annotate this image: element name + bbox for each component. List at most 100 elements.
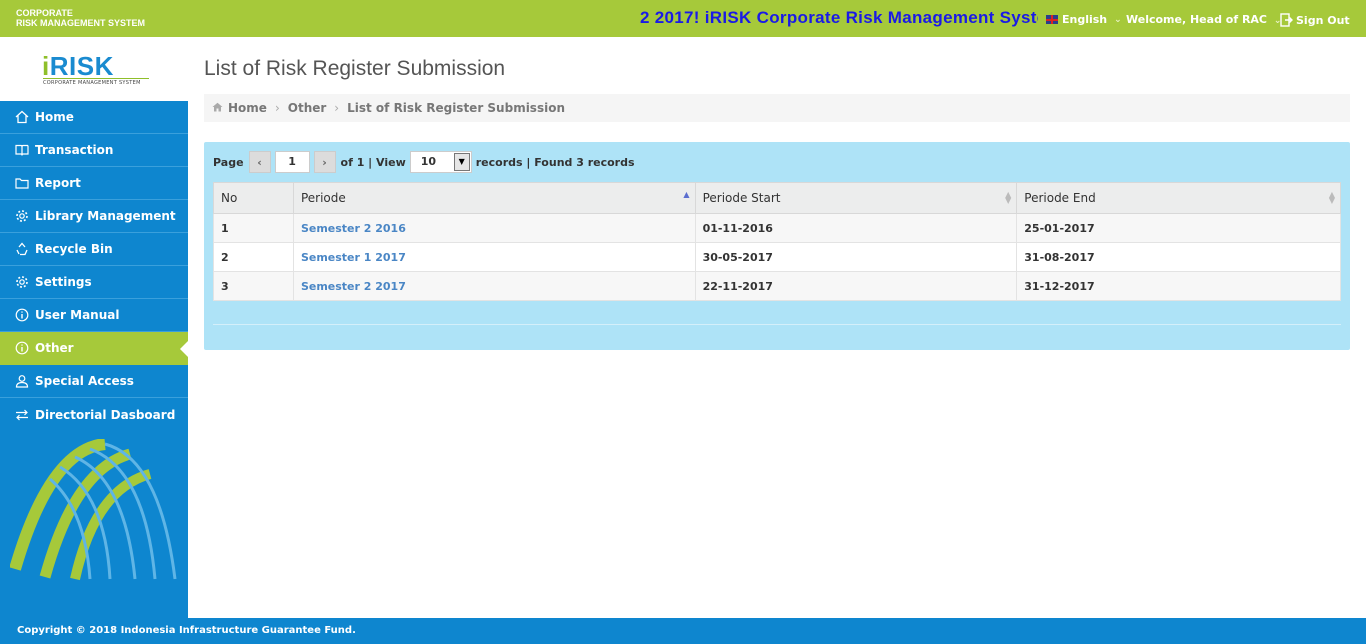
pager: Page ‹ 1 › of 1 | View 10 ▼ records | Fo… (213, 151, 635, 173)
sidebar-item-home[interactable]: Home (0, 101, 188, 134)
page-number-input[interactable]: 1 (274, 151, 310, 173)
sidebar-item-label: Report (35, 176, 81, 190)
user-menu[interactable]: Welcome, Head of RAC ⌄ (1126, 13, 1281, 26)
periode-link[interactable]: Semester 1 2017 (301, 251, 406, 264)
language-label: English (1062, 13, 1108, 26)
sidebar-item-label: Transaction (35, 143, 114, 157)
top-bar: CORPORATE RISK MANAGEMENT SYSTEM 2 2017!… (0, 0, 1366, 37)
gear-icon (14, 209, 29, 224)
column-header-no[interactable]: No (213, 182, 294, 214)
welcome-label: Welcome, Head of RAC (1126, 13, 1268, 26)
breadcrumb-current: List of Risk Register Submission (347, 101, 565, 115)
breadcrumb-home[interactable]: Home (228, 101, 267, 115)
column-header-periode-start[interactable]: Periode Start ▲ ▼ (694, 182, 1018, 214)
brand-text: CORPORATE RISK MANAGEMENT SYSTEM (16, 8, 145, 28)
cell-periode-end: 25-01-2017 (1016, 213, 1341, 243)
book-icon (14, 143, 29, 158)
chevron-down-icon: ⌄ (1114, 14, 1122, 25)
data-grid: Page ‹ 1 › of 1 | View 10 ▼ records | Fo… (204, 142, 1350, 350)
cell-no: 2 (213, 242, 294, 272)
sidebar-item-other[interactable]: Other (0, 332, 188, 365)
periode-link[interactable]: Semester 2 2017 (301, 280, 406, 293)
breadcrumb-other[interactable]: Other (288, 101, 327, 115)
sort-icon: ▲ ▼ (1328, 190, 1335, 205)
sidebar-item-label: Directorial Dasboard (35, 407, 176, 422)
logo-brand: RISK (49, 51, 114, 81)
decorative-logo-graphic (10, 439, 177, 581)
sidebar-item-recycle-bin[interactable]: Recycle Bin (0, 233, 188, 266)
logo: iRISK CORPORATE MANAGEMENT SYSTEM (0, 37, 188, 101)
sidebar-item-label: Recycle Bin (35, 242, 113, 256)
records-label: records | Found 3 records (475, 155, 635, 169)
home-icon (14, 110, 29, 125)
sidebar-item-transaction[interactable]: Transaction (0, 134, 188, 167)
submission-table: No Periode ▲ Periode Start ▲ ▼ Periode End ▲… (213, 182, 1341, 301)
cell-periode-start: 01-11-2016 (694, 213, 1018, 243)
sidebar-item-library-management[interactable]: Library Management (0, 200, 188, 233)
table-row[interactable]: 3 Semester 2 2017 22-11-2017 31-12-2017 (213, 271, 1341, 301)
sidebar-item-user-manual[interactable]: User Manual (0, 299, 188, 332)
user-icon (14, 374, 29, 389)
sidebar-item-label: Special Access (35, 374, 134, 388)
announcement-marquee: 2 2017! iRISK Corporate Risk Management … (640, 8, 1038, 30)
sidebar-nav: Home Transaction Report Library Manageme… (0, 101, 188, 431)
sidebar-item-directorial-dashboard[interactable]: Directorial Dasboard (0, 398, 188, 431)
gear-icon (14, 275, 29, 290)
breadcrumb-separator-icon: › (274, 101, 280, 115)
sign-out-icon (1280, 13, 1293, 27)
chevron-down-icon: ▼ (453, 153, 470, 171)
sidebar-item-label: User Manual (35, 308, 120, 322)
announcement-text: 2 2017! iRISK Corporate Risk Management … (640, 8, 1038, 27)
language-selector[interactable]: English ⌄ (1046, 13, 1122, 26)
brand-line1: CORPORATE (16, 8, 73, 18)
grid-footer-divider (213, 324, 1341, 325)
prev-page-button[interactable]: ‹ (248, 151, 271, 173)
sidebar-item-label: Other (35, 341, 74, 355)
table-row[interactable]: 2 Semester 1 2017 30-05-2017 31-08-2017 (213, 242, 1341, 272)
swap-icon (14, 407, 29, 422)
page-size-select[interactable]: 10 ▼ (409, 151, 472, 173)
next-page-button[interactable]: › (313, 151, 336, 173)
sidebar-item-label: Home (35, 110, 74, 124)
cell-periode-start: 22-11-2017 (694, 271, 1018, 301)
page-label: Page (213, 155, 244, 169)
cell-periode: Semester 2 2016 (292, 213, 696, 243)
page-of-label: of 1 | View (340, 155, 406, 169)
sidebar-item-settings[interactable]: Settings (0, 266, 188, 299)
logo-i: i (42, 51, 50, 81)
cell-periode-start: 30-05-2017 (694, 242, 1018, 272)
home-icon (212, 101, 223, 115)
sort-asc-icon: ▲ (683, 190, 690, 199)
sidebar-item-label: Settings (35, 275, 92, 289)
sign-out-button[interactable]: Sign Out (1280, 13, 1350, 27)
column-header-periode-end[interactable]: Periode End ▲ ▼ (1016, 182, 1341, 214)
page-title: List of Risk Register Submission (204, 57, 506, 80)
table-header-row: No Periode ▲ Periode Start ▲ ▼ Periode End ▲… (213, 182, 1341, 214)
breadcrumb: Home › Other › List of Risk Register Sub… (204, 94, 1350, 122)
cell-no: 1 (213, 213, 294, 243)
cell-no: 3 (213, 271, 294, 301)
page-size-value: 10 (420, 155, 437, 168)
column-header-periode[interactable]: Periode ▲ (292, 182, 696, 214)
cell-periode: Semester 1 2017 (292, 242, 696, 272)
sidebar-item-report[interactable]: Report (0, 167, 188, 200)
sidebar-item-label: Library Management (35, 209, 176, 223)
info-icon (14, 308, 29, 323)
info-icon (14, 341, 29, 356)
logo-subtitle: CORPORATE MANAGEMENT SYSTEM (43, 78, 149, 86)
folder-icon (14, 176, 29, 191)
cell-periode-end: 31-08-2017 (1016, 242, 1341, 272)
sidebar-item-special-access[interactable]: Special Access (0, 365, 188, 398)
recycle-icon (14, 242, 29, 257)
breadcrumb-separator-icon: › (334, 101, 340, 115)
brand-line2: RISK MANAGEMENT SYSTEM (16, 18, 146, 28)
periode-link[interactable]: Semester 2 2016 (301, 222, 406, 235)
cell-periode-end: 31-12-2017 (1016, 271, 1341, 301)
uk-flag-icon (1046, 15, 1058, 24)
table-row[interactable]: 1 Semester 2 2016 01-11-2016 25-01-2017 (213, 213, 1341, 243)
cell-periode: Semester 2 2017 (292, 271, 696, 301)
sign-out-label: Sign Out (1296, 13, 1350, 27)
sidebar: iRISK CORPORATE MANAGEMENT SYSTEM Home T… (0, 37, 188, 618)
footer: Copyright © 2018 Indonesia Infrastructur… (0, 618, 1366, 644)
sort-icon: ▲ ▼ (1005, 190, 1012, 205)
